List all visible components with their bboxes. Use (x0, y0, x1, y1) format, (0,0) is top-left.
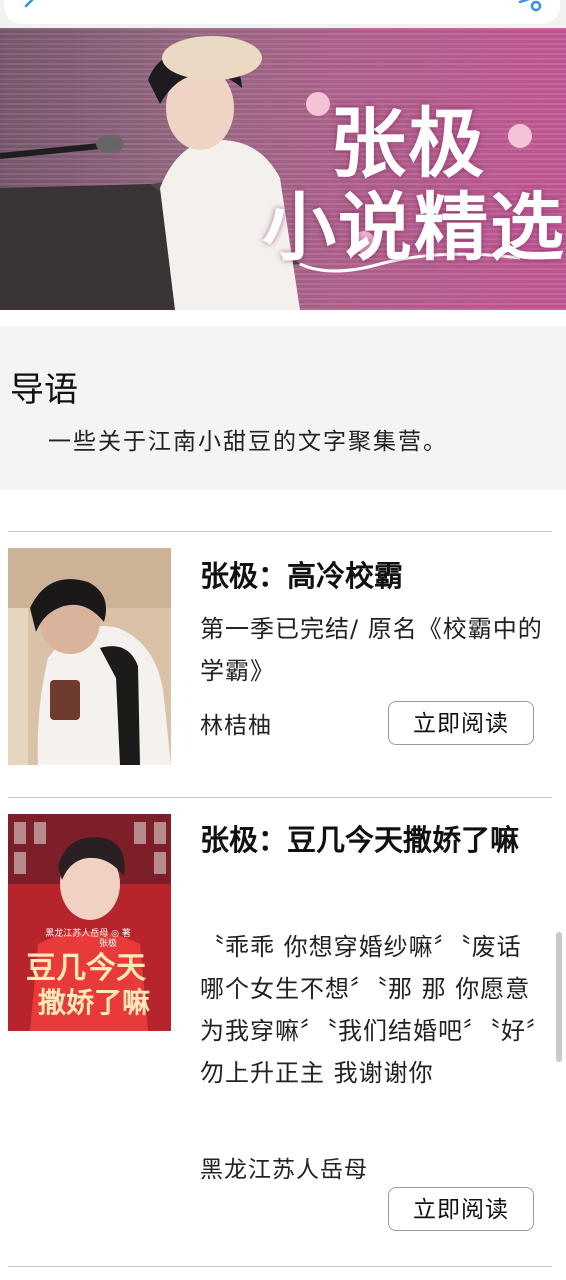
chevron-left-icon[interactable] (22, 0, 38, 14)
share-icon[interactable] (516, 0, 544, 16)
book-title[interactable]: 张极：高冷校霸 (200, 550, 550, 602)
book-description: 第一季已完结/ 原名《校霸中的学霸》 (200, 615, 543, 685)
read-now-button[interactable]: 立即阅读 (388, 1187, 534, 1231)
intro-section: 导语 一些关于江南小甜豆的文字聚集营。 (0, 326, 566, 490)
book-author: 黑龙江苏人岳母 (200, 1157, 368, 1183)
book-description: 〝乖乖 你想穿婚纱嘛〞〝废话 哪个女生不想〞〝那 那 你愿意为我穿嘛〞〝我们结婚… (200, 933, 539, 1087)
book-cover-image[interactable]: 黑龙江苏人岳母 ◎ 著 张极 豆几今天 撒娇了嘛 (8, 814, 171, 1031)
book-author: 林桔柚 (200, 713, 272, 739)
divider (8, 797, 552, 798)
book-title[interactable]: 张极：豆几今天撒娇了嘛 (200, 814, 550, 866)
read-now-button[interactable]: 立即阅读 (388, 701, 534, 745)
cover-title-line1: 豆几今天 (26, 951, 146, 986)
intro-title: 导语 (10, 370, 78, 410)
divider (8, 1266, 552, 1267)
banner-title-line2: 小说精选 (262, 185, 566, 271)
scrollbar[interactable] (556, 932, 562, 1062)
book-cover-image[interactable] (8, 548, 171, 765)
divider (8, 531, 552, 532)
top-bar (0, 0, 566, 29)
cover-title-line2: 撒娇了嘛 (38, 986, 150, 1019)
banner-image: 张极 小说精选 (0, 28, 566, 310)
cover-author-caption: 黑龙江苏人岳母 ◎ 著 (45, 927, 131, 939)
intro-text: 一些关于江南小甜豆的文字聚集营。 (48, 429, 448, 455)
cover-name-caption: 张极 (99, 937, 117, 949)
top-bar-pill (4, 0, 560, 24)
